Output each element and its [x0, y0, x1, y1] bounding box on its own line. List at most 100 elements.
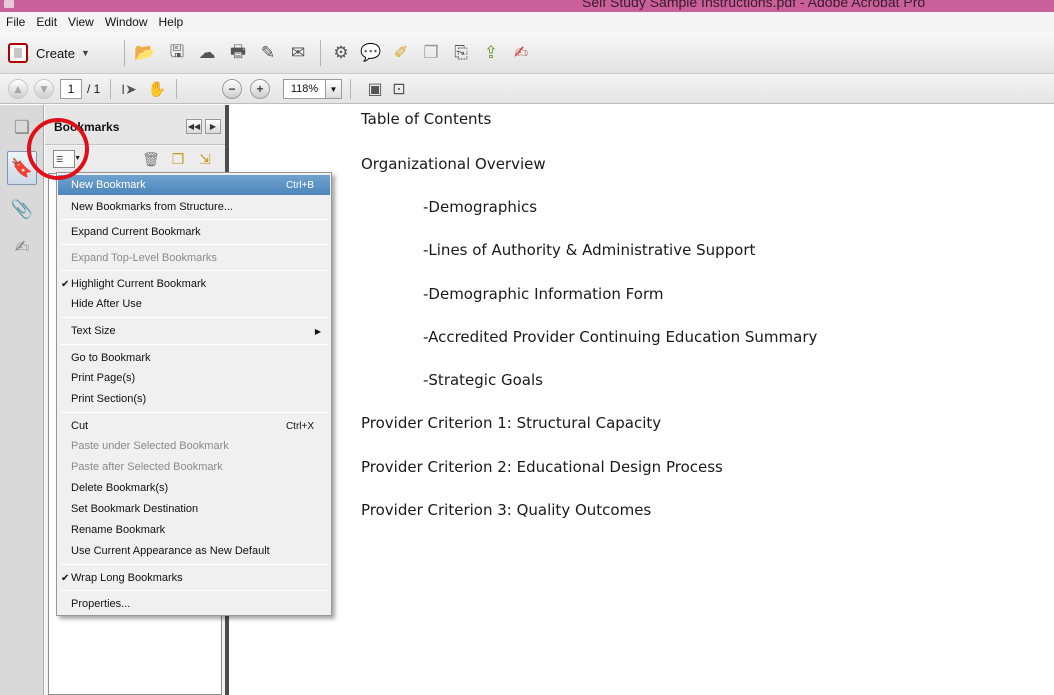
menu-item-label: Delete Bookmark(s) — [71, 482, 169, 494]
menu-item-label: Cut — [71, 420, 89, 432]
menu-item-label: Wrap Long Bookmarks — [71, 572, 183, 584]
fit-width-icon[interactable]: ⊡ — [388, 78, 410, 100]
menu-item-new-bookmark[interactable]: New Bookmark Ctrl+B — [58, 175, 330, 195]
toolbar-divider — [176, 79, 177, 99]
toc-entry: -Accredited Provider Continuing Educatio… — [423, 328, 818, 346]
document-view[interactable]: Table of Contents Organizational Overvie… — [233, 105, 1054, 695]
toolbar-divider — [320, 40, 321, 66]
signatures-icon[interactable]: ✍ — [10, 233, 34, 261]
toc-entry: -Demographics — [423, 198, 538, 216]
settings-icon[interactable]: ⚙ — [330, 42, 352, 64]
delete-bookmark-icon[interactable]: 🗑 — [142, 149, 160, 169]
save-icon[interactable]: 🖫 — [166, 42, 188, 64]
menu-separator — [60, 317, 328, 318]
menu-item-label: Use Current Appearance as New Default — [71, 545, 270, 557]
menu-item-cut[interactable]: Cut Ctrl+X — [58, 416, 330, 436]
menu-item-wrap-long-bookmarks[interactable]: ✔ Wrap Long Bookmarks — [58, 568, 330, 588]
sign-icon[interactable]: ✍ — [510, 42, 532, 64]
share-icon[interactable]: ⇪ — [480, 42, 502, 64]
menu-separator — [60, 270, 328, 271]
collapse-panel-icon[interactable]: ◀◀ — [186, 119, 202, 134]
main-toolbar: Create ▼ 📂 🖫 ☁ 🖶 ✎ ✉ ⚙ 💬 ✐ ❐ ⎘ ⇪ ✍ — [0, 32, 1054, 74]
menu-item-highlight-current-bookmark[interactable]: ✔ Highlight Current Bookmark — [58, 274, 330, 294]
attachments-icon[interactable]: 📎 — [10, 195, 34, 223]
menu-item-delete-bookmarks[interactable]: Delete Bookmark(s) — [58, 478, 330, 498]
comment-icon[interactable]: 💬 — [360, 42, 382, 64]
menu-separator — [60, 244, 328, 245]
menu-item-expand-current-bookmark[interactable]: Expand Current Bookmark — [58, 222, 330, 242]
expand-panel-icon[interactable]: ▶ — [205, 119, 221, 134]
create-pdf-icon — [8, 43, 28, 63]
zoom-out-icon[interactable]: − — [222, 79, 242, 99]
select-tool-icon[interactable]: I➤ — [118, 78, 140, 100]
fit-page-icon[interactable]: ▣ — [364, 78, 386, 100]
menu-item-use-current-appearance[interactable]: Use Current Appearance as New Default — [58, 541, 330, 561]
menu-item-go-to-bookmark[interactable]: Go to Bookmark — [58, 348, 330, 368]
menu-separator — [60, 590, 328, 591]
menu-item-label: Print Section(s) — [71, 393, 147, 405]
page-number-input[interactable]: 1 — [60, 79, 82, 99]
toc-entry: -Demographic Information Form — [423, 285, 664, 303]
open-icon[interactable]: 📂 — [134, 42, 156, 64]
print-icon[interactable]: 🖶 — [227, 42, 249, 64]
navigation-pane: ❏ 🔖 📎 ✍ — [0, 105, 44, 695]
menu-separator — [60, 219, 328, 220]
highlight-icon[interactable]: ✐ — [390, 42, 412, 64]
menu-item-hide-after-use[interactable]: Hide After Use — [58, 294, 330, 314]
menu-item-label: Print Page(s) — [71, 372, 136, 384]
menu-item-label: Paste after Selected Bookmark — [71, 461, 223, 473]
menu-window[interactable]: Window — [105, 15, 148, 29]
menu-item-label: New Bookmark — [71, 179, 146, 191]
bookmark-from-selection-icon[interactable]: ⇲ — [196, 149, 214, 169]
menu-view[interactable]: View — [68, 15, 94, 29]
menu-separator — [60, 344, 328, 345]
toc-heading: Table of Contents — [361, 110, 492, 128]
menu-separator — [60, 412, 328, 413]
menu-item-shortcut: Ctrl+B — [285, 179, 314, 191]
toc-entry: Provider Criterion 3: Quality Outcomes — [361, 501, 652, 519]
menu-item-set-bookmark-destination[interactable]: Set Bookmark Destination — [58, 499, 330, 519]
hand-tool-icon[interactable]: ✋ — [146, 78, 168, 100]
menu-item-label: Go to Bookmark — [71, 352, 151, 364]
menu-item-label: Paste under Selected Bookmark — [71, 440, 229, 452]
annotation-circle — [27, 118, 89, 180]
toolbar-divider — [124, 40, 125, 66]
cloud-upload-icon[interactable]: ☁ — [196, 42, 218, 64]
menu-item-print-sections[interactable]: Print Section(s) — [58, 389, 330, 409]
menu-item-print-pages[interactable]: Print Page(s) — [58, 368, 330, 388]
zoom-level-field[interactable]: 118% — [283, 79, 326, 99]
email-icon[interactable]: ✉ — [287, 42, 309, 64]
stamp-icon[interactable]: ❐ — [420, 42, 442, 64]
toc-entry: -Strategic Goals — [423, 371, 543, 389]
menu-item-label: Highlight Current Bookmark — [71, 278, 207, 290]
previous-page-icon[interactable]: ▲ — [8, 79, 28, 99]
menu-item-label: Properties... — [71, 598, 131, 610]
menu-item-label: Set Bookmark Destination — [71, 503, 199, 515]
zoom-in-icon[interactable]: + — [250, 79, 270, 99]
checkmark-icon: ✔ — [61, 572, 70, 584]
new-bookmark-icon[interactable]: ❒ — [169, 149, 187, 169]
zoom-dropdown-icon[interactable]: ▼ — [326, 79, 342, 99]
menu-item-paste-under[interactable]: Paste under Selected Bookmark — [58, 436, 330, 456]
checkmark-icon: ✔ — [61, 278, 70, 290]
next-page-icon[interactable]: ▼ — [34, 79, 54, 99]
toc-entry: Provider Criterion 2: Educational Design… — [361, 458, 723, 476]
menu-item-paste-after[interactable]: Paste after Selected Bookmark — [58, 457, 330, 477]
menu-item-new-bookmarks-from-structure[interactable]: New Bookmarks from Structure... — [58, 197, 330, 217]
toolbar-divider — [350, 79, 351, 99]
export-icon[interactable]: ⎘ — [450, 42, 472, 64]
toc-entry: Provider Criterion 1: Structural Capacit… — [361, 414, 662, 432]
menu-item-expand-top-level-bookmarks[interactable]: Expand Top-Level Bookmarks — [58, 248, 330, 268]
toc-entry: -Lines of Authority & Administrative Sup… — [423, 241, 756, 259]
menu-item-text-size[interactable]: Text Size ▶ — [58, 321, 330, 341]
title-bar: Self Study Sample Instructions.pdf - Ado… — [0, 0, 1054, 12]
menu-item-label: Expand Top-Level Bookmarks — [71, 252, 217, 264]
menu-item-rename-bookmark[interactable]: Rename Bookmark — [58, 520, 330, 540]
create-button[interactable]: Create ▼ — [8, 41, 90, 65]
menu-edit[interactable]: Edit — [36, 15, 57, 29]
menu-item-properties[interactable]: Properties... — [58, 594, 330, 614]
menu-item-shortcut: Ctrl+X — [285, 420, 314, 432]
menu-file[interactable]: File — [6, 15, 25, 29]
edit-icon[interactable]: ✎ — [257, 42, 279, 64]
menu-help[interactable]: Help — [159, 15, 184, 29]
